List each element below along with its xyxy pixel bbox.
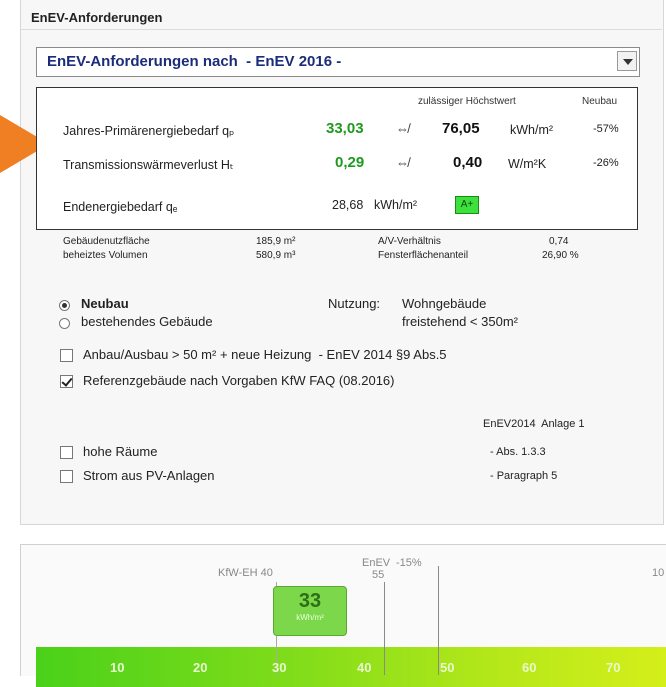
enev-line — [384, 582, 385, 675]
row-primary-value: 33,03 — [326, 120, 364, 137]
enev-version-value: EnEV-Anforderungen nach - EnEV 2016 - — [47, 53, 342, 70]
neubau-radio[interactable] — [59, 300, 70, 311]
scale-tick: 30 — [272, 660, 287, 675]
marker-unit: kWh/m² — [296, 613, 324, 622]
row-transmission-compare-icon: ⇎ — [396, 155, 409, 170]
anlage-header: EnEV2014 Anlage 1 — [483, 418, 585, 430]
referenz-checkbox[interactable] — [60, 375, 73, 388]
strom-pv-label[interactable]: Strom aus PV-Anlagen — [83, 468, 215, 483]
nutzung-value-line1: Wohngebäude — [402, 296, 487, 311]
scale-right-cut: 10 — [652, 567, 665, 579]
referenz-label[interactable]: Referenzgebäude nach Vorgaben KfW FAQ (0… — [83, 373, 394, 388]
anbau-label[interactable]: Anbau/Ausbau > 50 m² + neue Heizung - En… — [83, 347, 447, 362]
stat-nutzflaeche-label: Gebäudenutzfläche — [63, 236, 150, 247]
energy-class-badge: A+ — [455, 196, 479, 214]
hohe-raeume-ref: - Abs. 1.3.3 — [490, 446, 546, 458]
row-transmission-unit: W/m²K — [508, 157, 547, 171]
scale-tick: 60 — [522, 660, 537, 675]
marker-value: 33 — [298, 590, 322, 612]
anbau-checkbox[interactable] — [60, 349, 73, 362]
stat-av-value: 0,74 — [549, 236, 569, 247]
stat-av-label: A/V-Verhältnis — [378, 236, 441, 247]
row-transmission-max: 0,40 — [453, 154, 483, 171]
row-transmission-value: 0,29 — [335, 154, 365, 171]
scale-tick: 50 — [440, 660, 455, 675]
row-transmission-pct: -26% — [593, 157, 619, 169]
row-end-label: Endenergiebedarf qₑ — [63, 200, 178, 214]
enev-minus15-line — [438, 566, 439, 675]
scale-tick: 20 — [193, 660, 208, 675]
stat-fenster-value: 26,90 % — [542, 250, 579, 261]
header-max: zulässiger Höchstwert — [418, 96, 516, 107]
stat-nutzflaeche-value: 185,9 m² — [256, 236, 296, 247]
stat-volumen-value: 580,9 m³ — [256, 250, 296, 261]
neubau-label[interactable]: Neubau — [81, 296, 129, 311]
hohe-raeume-label[interactable]: hohe Räume — [83, 444, 157, 459]
stat-volumen-label: beheiztes Volumen — [63, 250, 148, 261]
row-primary-pct: -57% — [593, 123, 619, 135]
bestehend-label[interactable]: bestehendes Gebäude — [81, 314, 213, 329]
row-primary-max: 76,05 — [442, 120, 480, 137]
bestehend-radio[interactable] — [59, 318, 70, 329]
chevron-down-icon[interactable] — [617, 51, 637, 71]
enev-version-select[interactable]: EnEV-Anforderungen nach - EnEV 2016 - — [36, 47, 640, 77]
row-primary-unit: kWh/m² — [510, 123, 554, 137]
panel-divider — [20, 29, 662, 30]
enev-value: 55 — [372, 569, 385, 581]
row-end-unit: kWh/m² — [374, 198, 418, 212]
hohe-raeume-checkbox[interactable] — [60, 446, 73, 459]
panel-title: EnEV-Anforderungen — [31, 10, 163, 25]
header-new: Neubau — [582, 96, 618, 107]
nutzung-value-line2: freistehend < 350m² — [402, 314, 518, 329]
scale-tick: 70 — [606, 660, 621, 675]
strom-pv-ref: - Paragraph 5 — [490, 470, 558, 482]
enev-minus15: -15% — [396, 557, 422, 569]
row-primary-label: Jahres-Primärenergiebedarf qₚ — [63, 124, 235, 138]
row-transmission-label: Transmissionswärmeverlust Hₜ — [63, 158, 234, 172]
enev-label: EnEV — [362, 557, 391, 569]
row-primary-compare-icon: ⇎ — [396, 121, 409, 136]
scale-tick: 10 — [110, 660, 125, 675]
current-value-marker: 33 kWh/m² — [273, 586, 347, 636]
row-end-value: 28,68 — [332, 198, 364, 212]
energy-gradient-bar — [36, 647, 666, 687]
stat-fenster-label: Fensterflächenanteil — [378, 250, 469, 261]
scale-tick: 40 — [357, 660, 372, 675]
nutzung-label: Nutzung: — [328, 296, 381, 311]
strom-pv-checkbox[interactable] — [60, 470, 73, 483]
kfw-label: KfW-EH 40 — [218, 567, 273, 579]
